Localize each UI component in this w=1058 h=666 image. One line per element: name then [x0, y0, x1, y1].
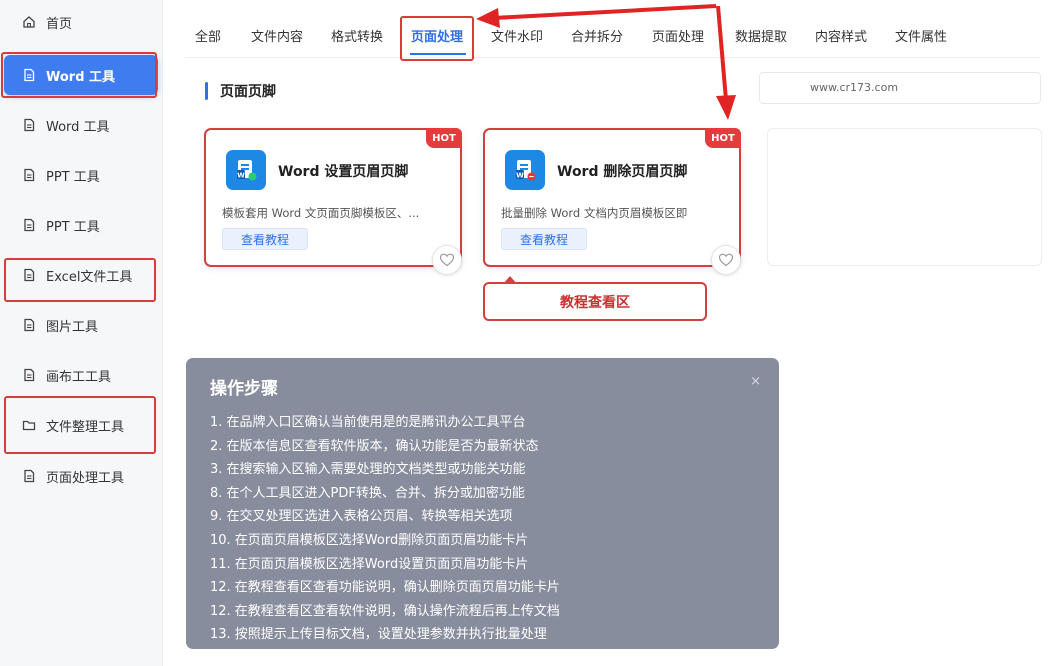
- sidebar-item-label: PPT 工具: [46, 219, 100, 235]
- close-icon[interactable]: ×: [750, 374, 761, 389]
- sidebar-item-excel-tools[interactable]: Excel文件工具: [4, 255, 158, 295]
- step-item: 10. 在页面页眉模板区选择Word删除页面页眉功能卡片: [210, 532, 529, 548]
- sidebar-item-label: 首页: [46, 16, 73, 32]
- document-icon: [22, 68, 36, 82]
- view-tutorial-button[interactable]: 查看教程: [501, 228, 587, 250]
- view-tutorial-button[interactable]: 查看教程: [222, 228, 308, 250]
- tutorial-view-area-label: 教程查看区: [483, 276, 707, 321]
- sidebar-item-label: 页面处理工具: [46, 470, 125, 486]
- empty-card-slot: [767, 128, 1042, 266]
- document-icon: [22, 218, 36, 232]
- document-icon: [22, 368, 36, 382]
- tool-card-word-delete-header[interactable]: HOT W Word 删除页眉页脚 批量删除 Word 文档内页眉模板区即 查看…: [483, 128, 741, 275]
- search-input[interactable]: www.cr173.com: [759, 72, 1041, 104]
- tool-card-word-set-header[interactable]: HOT W Word 设置页眉页脚 模板套用 Word 文页面页脚模板区、...…: [204, 128, 462, 275]
- card-description: 模板套用 Word 文页面页脚模板区、...: [222, 206, 420, 220]
- card-description: 批量删除 Word 文档内页眉模板区即: [501, 206, 688, 220]
- sidebar-item-word-tools[interactable]: Word 工具: [4, 105, 158, 145]
- step-item: 1. 在品牌入口区确认当前使用是的是腾讯办公工具平台: [210, 415, 526, 430]
- sidebar-item-canvas-tools[interactable]: 画布工工具: [4, 355, 158, 395]
- sidebar-item-file-organize-tools[interactable]: 文件整理工具: [4, 405, 158, 445]
- sidebar-item-label: 文件整理工具: [46, 419, 125, 435]
- step-item: 12. 在教程查看区查看软件说明，确认操作流程后再上传文档: [210, 603, 560, 619]
- hot-badge: HOT: [705, 128, 741, 148]
- sidebar: 首页 Word 工具 Word 工具 PPT 工具 PPT 工具 Excel文件…: [0, 0, 163, 666]
- step-item: 2. 在版本信息区查看软件版本，确认功能是否为最新状态: [210, 438, 539, 454]
- sidebar-item-ppt-tools-2[interactable]: PPT 工具: [4, 205, 158, 245]
- tab-format-convert[interactable]: 格式转换: [331, 26, 383, 45]
- category-tabs: 全部 文件内容 格式转换 页面处理 文件水印 合并拆分 页面处理 数据提取 内容…: [185, 14, 1040, 58]
- sidebar-item-label: 图片工具: [46, 319, 99, 335]
- document-icon: [22, 268, 36, 282]
- sidebar-item-word-tools-active[interactable]: Word 工具: [4, 55, 158, 95]
- sidebar-item-home[interactable]: 首页: [4, 2, 158, 42]
- svg-text:W: W: [516, 172, 524, 180]
- tab-file-content[interactable]: 文件内容: [251, 26, 303, 45]
- steps-list: 1. 在品牌入口区确认当前使用是的是腾讯办公工具平台 2. 在版本信息区查看软件…: [210, 411, 560, 647]
- step-item: 13. 按照提示上传目标文档，设置处理参数并执行批量处理: [210, 627, 547, 643]
- step-item: 9. 在交叉处理区选进入表格公页眉、转换等相关选项: [210, 509, 513, 525]
- word-header-icon: W: [226, 150, 266, 190]
- favorite-heart-icon[interactable]: [432, 245, 462, 275]
- sidebar-item-label: PPT 工具: [46, 169, 100, 185]
- sidebar-item-label: 画布工工具: [46, 369, 112, 385]
- favorite-heart-icon[interactable]: [711, 245, 741, 275]
- hot-badge: HOT: [426, 128, 462, 148]
- sidebar-item-label: Word 工具: [46, 69, 116, 85]
- section-title: 页面页脚: [205, 80, 276, 102]
- operation-steps-panel: 操作步骤 × 1. 在品牌入口区确认当前使用是的是腾讯办公工具平台 2. 在版本…: [186, 358, 779, 649]
- arrow-head-down: [716, 95, 736, 120]
- home-icon: [22, 15, 36, 29]
- tab-all[interactable]: 全部: [195, 26, 221, 45]
- tab-page-processing-active[interactable]: 页面处理: [411, 26, 463, 45]
- steps-title: 操作步骤: [210, 379, 278, 399]
- document-icon: [22, 168, 36, 182]
- callout-pointer: [503, 276, 517, 284]
- step-item: 8. 在个人工具区进入PDF转换、合并、拆分或加密功能: [210, 485, 525, 501]
- tab-file-watermark[interactable]: 文件水印: [491, 26, 543, 45]
- tab-file-properties[interactable]: 文件属性: [895, 26, 947, 45]
- tab-merge-split[interactable]: 合并拆分: [571, 26, 623, 45]
- tab-page-processing[interactable]: 页面处理: [652, 26, 704, 45]
- tab-content-style[interactable]: 内容样式: [815, 26, 867, 45]
- folder-icon: [22, 418, 36, 432]
- card-title: Word 设置页眉页脚: [278, 164, 409, 180]
- sidebar-item-image-tools[interactable]: 图片工具: [4, 305, 158, 345]
- card-title: Word 删除页眉页脚: [557, 164, 688, 180]
- sidebar-item-label: Excel文件工具: [46, 269, 133, 285]
- step-item: 3. 在搜索输入区输入需要处理的文档类型或功能关功能: [210, 462, 526, 478]
- sidebar-item-ppt-tools[interactable]: PPT 工具: [4, 155, 158, 195]
- word-delete-icon: W: [505, 150, 545, 190]
- tab-data-extract[interactable]: 数据提取: [735, 26, 787, 45]
- sidebar-item-label: Word 工具: [46, 119, 110, 135]
- step-item: 12. 在教程查看区查看功能说明，确认删除页面页眉功能卡片: [210, 580, 560, 596]
- step-item: 11. 在页面页眉模板区选择Word设置页面页眉功能卡片: [210, 556, 529, 572]
- sidebar-item-page-tools[interactable]: 页面处理工具: [4, 456, 158, 496]
- active-tab-underline: [410, 53, 466, 55]
- section-title-bar: [205, 82, 208, 100]
- svg-text:W: W: [237, 172, 245, 180]
- document-icon: [22, 118, 36, 132]
- tutorial-view-area-text: 教程查看区: [560, 294, 630, 311]
- document-icon: [22, 469, 36, 483]
- document-icon: [22, 318, 36, 332]
- section-title-text: 页面页脚: [220, 84, 276, 100]
